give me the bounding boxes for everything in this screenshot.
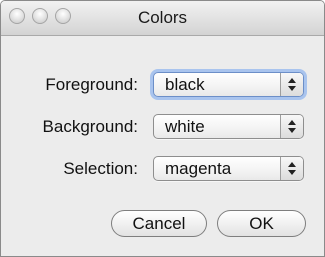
cancel-button[interactable]: Cancel — [111, 210, 207, 237]
background-value: white — [165, 117, 205, 136]
foreground-value: black — [165, 75, 205, 94]
colors-dialog: Colors Foreground: black Background: whi… — [0, 0, 325, 257]
selection-value: magenta — [165, 159, 232, 178]
ok-button[interactable]: OK — [217, 210, 306, 237]
up-down-arrows-icon — [280, 73, 303, 96]
window-title: Colors — [137, 8, 188, 27]
up-down-arrows-icon — [280, 157, 303, 180]
background-popup[interactable]: white — [153, 114, 304, 139]
title-bar[interactable]: Colors — [1, 1, 324, 36]
foreground-label: Foreground: — [45, 75, 138, 94]
up-down-arrows-icon — [280, 115, 303, 138]
selection-popup[interactable]: magenta — [153, 156, 304, 181]
foreground-popup[interactable]: black — [153, 72, 304, 97]
selection-label: Selection: — [63, 159, 138, 178]
background-label: Background: — [42, 117, 138, 136]
